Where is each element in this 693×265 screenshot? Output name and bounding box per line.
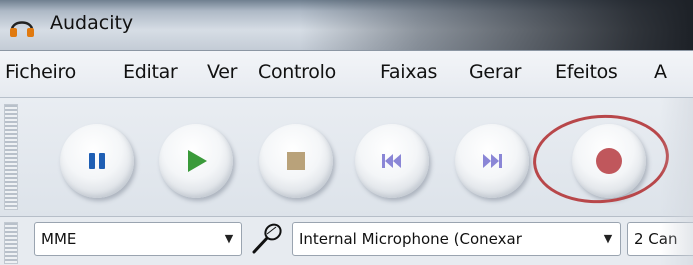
host-select[interactable]: MME ▼ [34,222,242,256]
input-device-value: Internal Microphone (Conexar [299,230,522,248]
pause-button[interactable] [60,124,134,198]
play-button[interactable] [159,124,233,198]
menu-item-ver[interactable]: Ver [207,61,237,83]
microphone-icon [252,223,282,254]
skip-start-icon [382,154,401,168]
device-toolbar-grip[interactable] [4,222,18,264]
stop-button[interactable] [259,124,333,198]
menu-item-controlo[interactable]: Controlo [258,61,336,83]
menu-item-ficheiro[interactable]: Ficheiro [5,61,76,83]
play-icon [188,150,207,172]
input-device-select[interactable]: Internal Microphone (Conexar ▼ [292,222,621,256]
edge-fade [660,98,693,265]
menu-item-gerar[interactable]: Gerar [469,61,521,83]
menu-item-efeitos[interactable]: Efeitos [555,61,618,83]
menu-item-faixas[interactable]: Faixas [380,61,437,83]
toolbar-grip[interactable] [4,104,18,210]
menu-item-more[interactable]: A [654,61,667,83]
chevron-down-icon: ▼ [603,232,613,245]
pause-icon [89,153,105,169]
chevron-down-icon: ▼ [224,232,234,245]
stop-icon [287,152,305,170]
headphones-icon [10,21,34,37]
window-title: Audacity [50,12,134,34]
skip-to-start-button[interactable] [355,124,429,198]
menu-item-editar[interactable]: Editar [123,61,178,83]
skip-to-end-button[interactable] [455,124,529,198]
skip-end-icon [483,154,502,168]
title-bar-background [300,0,693,50]
host-select-value: MME [41,230,77,248]
